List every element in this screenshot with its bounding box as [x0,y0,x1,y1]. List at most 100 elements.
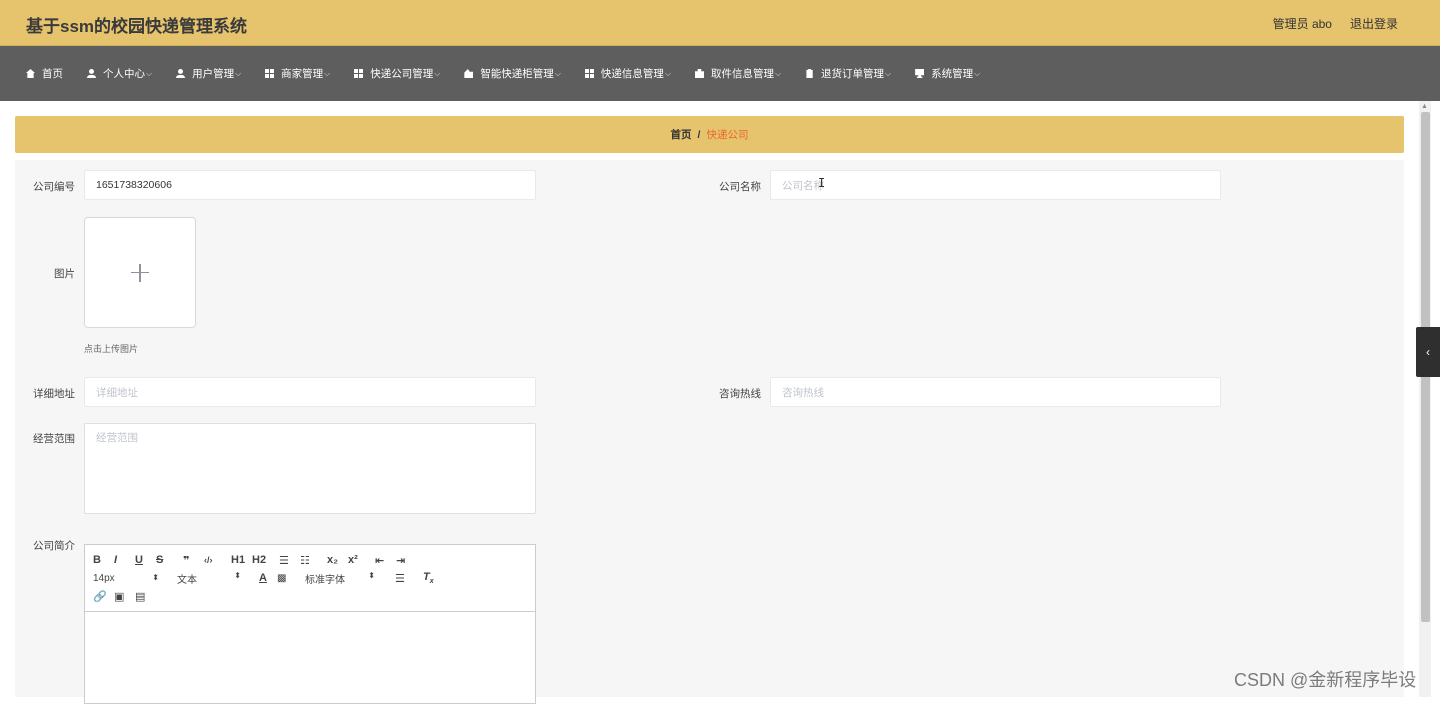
strike-button[interactable]: S [156,554,177,566]
font-size-select[interactable]: 14px ⬍ [93,573,159,584]
grid-icon [584,69,594,78]
logout-link[interactable]: 退出登录 [1350,15,1398,32]
nav-item-smart-locker-management[interactable]: 智能快递柜管理 ⌵ [464,66,561,81]
nav-item-label: 智能快递柜管理 [480,68,554,80]
breadcrumb-separator: / [697,128,701,141]
header1-button[interactable]: H1 [231,554,252,566]
nav-item-label: 首页 [42,68,63,80]
editor-content-area[interactable] [85,612,535,704]
nav-item-home[interactable]: 首页 [26,66,63,81]
address-input[interactable]: 详细地址 [84,377,536,407]
nav-item-label: 系统管理 [931,68,974,80]
font-family-value: 标准字体 [305,574,345,586]
image-label: 图片 [54,268,75,280]
current-user-label: 管理员 abo [1272,17,1332,31]
nav-item-label: 退货订单管理 [821,68,885,80]
company-form: 公司编号 1651738320606 公司名称 公司名称 图片 点击上传图片 详… [15,160,1404,704]
nav-item-label: 快递公司管理 [370,68,434,80]
nav-item-merchant-management[interactable]: 商家管理 ⌵ [265,66,330,81]
ordered-list-button[interactable]: ☰ [279,554,300,567]
block-type-value: 文本 [177,574,197,586]
breadcrumb-current: 快递公司 [706,129,749,141]
user-icon [176,69,186,78]
home-icon [26,69,35,78]
chevron-down-icon: ⌵ [885,68,892,78]
nav-item-personal-center[interactable]: 个人中心 ⌵ [87,66,152,81]
breadcrumb-home-link[interactable]: 首页 [671,127,692,142]
block-type-select[interactable]: 文本 ⬍ [177,571,241,586]
plus-icon [131,263,149,282]
nav-item-label: 用户管理 [192,68,235,80]
blockquote-button[interactable]: ❞ [183,554,204,567]
toolbar-row-media: 🔗 ▣ ▤ [93,587,527,605]
chevron-down-icon: ⌵ [664,68,671,78]
chevron-down-icon: ⌵ [554,68,561,78]
hotline-input[interactable]: 咨询热线 [770,377,1221,407]
superscript-button[interactable]: x² [348,554,369,566]
align-button[interactable]: ☰ [395,572,423,585]
select-arrows-icon: ⬍ [234,570,241,580]
image-upload-button[interactable] [84,217,196,328]
underline-button[interactable]: U [135,554,156,566]
bold-button[interactable]: B [93,554,114,566]
nav-item-pickup-info-management[interactable]: 取件信息管理 ⌵ [694,66,782,81]
background-color-button[interactable]: ▩ [277,573,305,584]
font-color-button[interactable]: A [259,572,277,584]
indent-button[interactable]: ⇥ [396,554,417,567]
editor-toolbar: B I U S ❞ ‹/› H1 H2 ☰ ☷ x₂ x² ⇤ ⇥ 14px ⬍ [85,545,535,612]
company-no-input[interactable]: 1651738320606 [84,170,536,200]
company-name-input[interactable]: 公司名称 [770,170,1221,200]
text-cursor-icon: I [818,176,826,190]
breadcrumb: 首页 / 快递公司 [15,116,1404,153]
upload-tip: 点击上传图片 [84,344,139,354]
grid-icon [354,69,364,78]
nav-item-return-order-management[interactable]: 退货订单管理 ⌵ [805,66,891,81]
nav-item-courier-info-management[interactable]: 快递信息管理 ⌵ [584,66,671,81]
hotline-label: 咨询热线 [719,388,761,400]
briefcase-icon [694,69,704,78]
chevron-down-icon: ⌵ [324,68,331,78]
nav-item-label: 取件信息管理 [710,68,774,80]
scroll-up-arrow-icon[interactable]: ▲ [1421,103,1428,110]
toolbar-row-format: B I U S ❞ ‹/› H1 H2 ☰ ☷ x₂ x² ⇤ ⇥ [93,551,527,569]
company-no-label: 公司编号 [33,181,75,193]
monitor-icon [915,69,925,78]
scope-textarea[interactable]: 经营范围 [84,423,536,514]
bullet-list-button[interactable]: ☷ [300,554,321,567]
chevron-down-icon: ⌵ [235,68,242,78]
chevron-down-icon: ⌵ [974,68,981,78]
nav-item-label: 快递信息管理 [600,68,664,80]
chevron-down-icon: ⌵ [774,68,782,78]
side-panel-toggle[interactable]: ‹ [1416,327,1440,377]
italic-button[interactable]: I [114,554,135,566]
code-block-button[interactable]: ‹/› [204,555,225,565]
main-nav: 首页 个人中心 ⌵ 用户管理 ⌵ 商家管理 ⌵ 快递公司管理 ⌵ 智能快递柜管理… [0,46,1440,101]
nav-item-user-management[interactable]: 用户管理 ⌵ [176,66,241,81]
font-size-value: 14px [93,572,115,584]
app-title: 基于ssm的校园快递管理系统 [26,17,248,36]
nav-item-label: 个人中心 [103,68,145,80]
top-header: 基于ssm的校园快递管理系统 管理员 abo 退出登录 [0,0,1440,46]
clipboard-icon [806,69,813,78]
link-icon[interactable]: 🔗 [93,590,114,603]
header2-button[interactable]: H2 [252,554,273,566]
outdent-button[interactable]: ⇤ [375,554,396,567]
chevron-down-icon: ⌵ [146,68,153,78]
video-icon[interactable]: ▤ [135,590,156,603]
box-icon [464,69,474,78]
select-arrows-icon: ⬍ [368,570,375,580]
grid-icon [265,69,275,78]
chevron-down-icon: ⌵ [434,68,441,78]
scope-label: 经营范围 [33,433,75,445]
nav-item-courier-company-management[interactable]: 快递公司管理 ⌵ [354,66,440,81]
toolbar-row-selects: 14px ⬍ 文本 ⬍ A ▩ 标准字体 ⬍ ☰ Tx [93,569,527,587]
nav-item-label: 商家管理 [281,68,324,80]
font-family-select[interactable]: 标准字体 ⬍ [305,571,375,586]
user-icon [87,69,96,78]
clear-format-button[interactable]: Tx [423,571,444,585]
select-arrows-icon: ⬍ [152,572,159,582]
nav-item-system-management[interactable]: 系统管理 ⌵ [915,66,980,81]
header-user-area: 管理员 abo 退出登录 [1273,15,1398,32]
subscript-button[interactable]: x₂ [327,554,348,566]
image-icon[interactable]: ▣ [114,590,135,603]
